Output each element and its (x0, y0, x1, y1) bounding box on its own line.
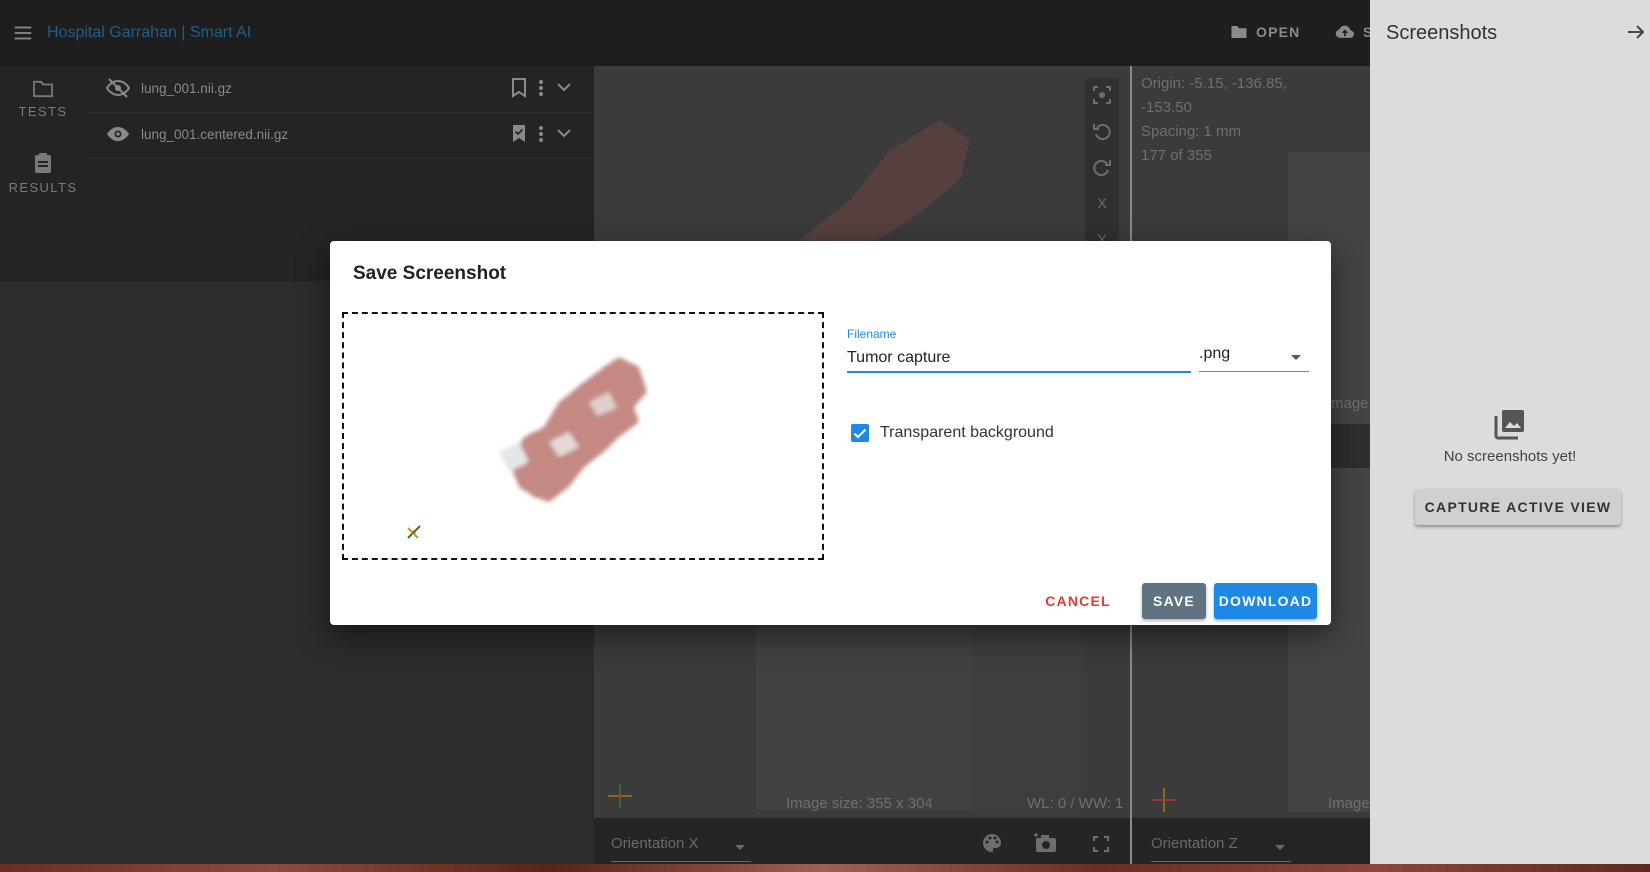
open-button[interactable]: OPEN (1230, 24, 1300, 40)
capture-active-view-button[interactable]: CAPTURE ACTIVE VIEW (1415, 489, 1621, 525)
tests-tab[interactable]: TESTS (0, 80, 86, 119)
more-vertical-icon[interactable] (537, 124, 545, 144)
extension-value: .png (1199, 345, 1231, 362)
origin-line-1: Origin: -5.15, -136.85, (1141, 75, 1287, 92)
image-multiple-icon (1494, 410, 1524, 440)
dropdown-arrow-icon (1275, 845, 1285, 850)
cloud-upload-icon (1335, 25, 1354, 38)
origin-line-2: -153.50 (1141, 99, 1192, 116)
rotate-left-icon[interactable] (1091, 120, 1113, 142)
background-image-strip (0, 864, 1650, 872)
orientation-x-value: Orientation X (611, 835, 699, 852)
axis-crosshair-icon (1152, 788, 1176, 812)
dialog-title: Save Screenshot (353, 263, 507, 284)
bookmark-outline-icon[interactable] (511, 78, 527, 98)
file-row[interactable]: lung_001.centered.nii.gz (86, 112, 594, 159)
left-rail: TESTS RESULTS (0, 66, 86, 281)
results-tab-label: RESULTS (8, 180, 78, 195)
filename-label: Filename (847, 327, 897, 341)
app-title[interactable]: Hospital Garrahan | Smart AI (47, 24, 251, 42)
origin-label: Origin: -5.15, -136.85, -153.50 Spacing:… (1141, 72, 1287, 168)
dropdown-arrow-icon (735, 845, 745, 850)
empty-state-text: No screenshots yet! (1443, 448, 1577, 465)
axis-crosshair-icon (608, 784, 632, 808)
chevron-down-icon[interactable] (557, 128, 571, 138)
open-button-label: OPEN (1256, 24, 1301, 40)
orientation-z-value: Orientation Z (1151, 835, 1238, 852)
download-button[interactable]: DOWNLOAD (1214, 583, 1317, 619)
checkmark-icon (853, 428, 867, 439)
orientation-x-select[interactable]: Orientation X (611, 835, 751, 862)
rotate-right-icon[interactable] (1091, 156, 1113, 178)
transparent-background-checkbox[interactable] (851, 424, 869, 442)
dropdown-arrow-icon (1291, 355, 1301, 360)
screenshot-preview (342, 312, 824, 560)
file-name: lung_001.centered.nii.gz (141, 127, 289, 142)
filename-input[interactable] (847, 345, 1191, 373)
viewer-slice-area (756, 620, 972, 810)
chevron-down-icon[interactable] (557, 82, 571, 92)
folder-outline-icon (33, 80, 53, 98)
file-name: lung_001.nii.gz (141, 81, 232, 96)
image-size-label: Image size: 355 x 304 (786, 795, 933, 812)
menu-icon[interactable] (12, 22, 34, 44)
folder-icon (1231, 26, 1247, 38)
camera-plus-icon[interactable] (1034, 832, 1058, 854)
focus-icon[interactable] (1091, 84, 1113, 106)
clipboard-icon (35, 153, 51, 173)
cancel-button[interactable]: CANCEL (1042, 583, 1114, 619)
fullscreen-icon[interactable] (1092, 835, 1110, 853)
bookmark-check-icon[interactable] (511, 124, 527, 144)
tumor-render-image (499, 357, 647, 502)
results-tab[interactable]: RESULTS (0, 152, 86, 195)
palette-icon[interactable] (981, 832, 1003, 854)
eye-icon[interactable] (106, 124, 130, 144)
drawer-title: Screenshots (1386, 22, 1498, 44)
file-row[interactable]: lung_001.nii.gz (86, 66, 594, 113)
viewer-toolbar: X Y (1085, 78, 1119, 254)
save-button[interactable]: SAVE (1142, 583, 1206, 619)
extension-select[interactable]: .png (1199, 345, 1309, 372)
window-level-label: WL: 0 / WW: 1 (1027, 795, 1124, 812)
tests-tab-label: TESTS (18, 104, 68, 119)
viewer-slice-area (972, 620, 1082, 810)
slice-label: 177 of 355 (1141, 147, 1212, 164)
spacing-label: Spacing: 1 mm (1141, 123, 1242, 140)
image-label-partial: mage (1331, 395, 1369, 412)
flip-x-button[interactable]: X (1091, 192, 1113, 214)
arrow-right-icon[interactable] (1626, 22, 1646, 42)
more-vertical-icon[interactable] (537, 78, 545, 98)
screenshots-drawer: Screenshots No screenshots yet! CAPTURE … (1370, 0, 1650, 864)
app-bar: Hospital Garrahan | Smart AI OPEN SA (0, 0, 1384, 66)
axis-indicator-icon (407, 525, 421, 539)
volume-render-blur (800, 120, 970, 250)
image-size-label-partial: Image (1328, 795, 1370, 812)
orientation-z-select[interactable]: Orientation Z (1151, 835, 1291, 862)
eye-off-icon[interactable] (106, 78, 130, 98)
transparent-background-label[interactable]: Transparent background (880, 424, 1054, 442)
save-screenshot-dialog: Save Screenshot Filename Tumor capture .… (330, 241, 1331, 625)
